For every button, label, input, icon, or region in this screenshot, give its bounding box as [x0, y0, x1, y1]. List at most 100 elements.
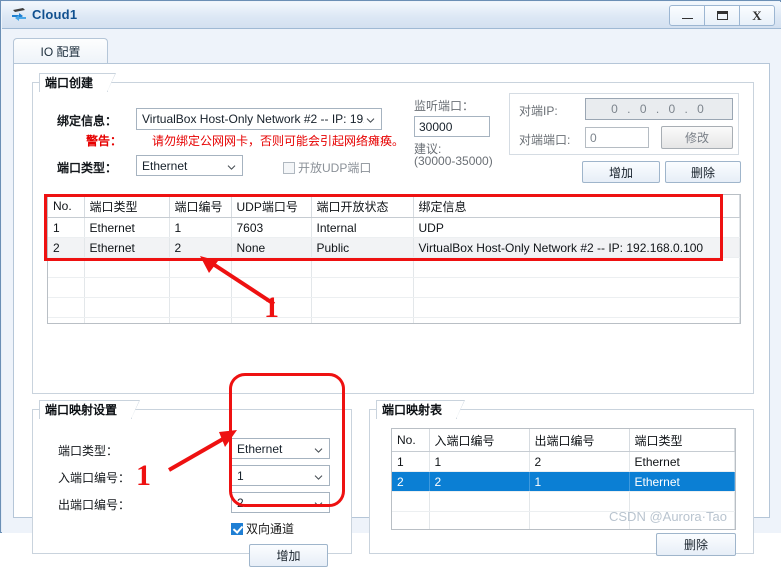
peer-port-input[interactable]: 0 [585, 127, 649, 148]
mapping-table-header-0: No. [392, 429, 430, 452]
table-cell-empty [84, 277, 170, 298]
port-table-header-1: 端口类型 [84, 195, 170, 218]
table-cell: 1 [429, 451, 530, 472]
peer-port-value: 0 [590, 130, 597, 145]
table-cell: 1 [529, 471, 630, 492]
table-cell-empty [429, 511, 530, 529]
maximize-button[interactable] [704, 5, 740, 26]
mapping-table-header-1: 入端口编号 [429, 429, 530, 452]
mapping-out-port-value: 2 [237, 495, 244, 510]
table-cell: UDP [413, 217, 740, 238]
minimize-icon [681, 18, 693, 19]
table-cell-empty [413, 297, 740, 318]
checkbox-box-icon [283, 161, 295, 174]
cloud-device-icon [10, 6, 28, 24]
mapping-add-button-label: 增加 [276, 549, 301, 563]
table-cell: Ethernet [629, 451, 735, 472]
minimize-button[interactable] [669, 5, 705, 26]
tab-io-config[interactable]: IO 配置 [13, 38, 108, 64]
table-row-empty[interactable] [48, 317, 740, 323]
annotation-arrow-2 [168, 430, 237, 472]
table-cell: Ethernet [629, 471, 735, 492]
mapping-add-button[interactable]: 增加 [249, 544, 328, 567]
table-cell-empty [311, 277, 414, 298]
table-cell: None [231, 237, 312, 258]
table-cell: Ethernet [84, 217, 170, 238]
table-cell: 1 [392, 451, 430, 472]
peer-ip-value: 0 . 0 . 0 . 0 [611, 102, 707, 116]
table-cell-empty [84, 297, 170, 318]
peer-port-label: 对端端口: [519, 133, 571, 147]
table-cell: Public [311, 237, 414, 258]
warning-text: 请勿绑定公网网卡，否则可能会引起网络瘫痪。 [152, 134, 405, 148]
modify-button[interactable]: 修改 [661, 126, 733, 149]
table-cell: Internal [311, 217, 414, 238]
port-table-grid: No. 端口类型 端口编号 UDP端口号 端口开放状态 绑定信息 1 Ethernet 1 76… [48, 195, 740, 323]
table-row[interactable]: 2 2 1 Ethernet [392, 471, 735, 492]
table-cell: 2 [392, 471, 430, 492]
port-table[interactable]: No. 端口类型 端口编号 UDP端口号 端口开放状态 绑定信息 1 Ethernet 1 76… [47, 194, 741, 324]
table-row-empty[interactable] [48, 277, 740, 298]
table-cell: Ethernet [84, 237, 170, 258]
port-table-header-5: 绑定信息 [413, 195, 740, 218]
table-row-empty[interactable] [48, 257, 740, 278]
window-controls: X [669, 5, 775, 26]
open-udp-port-checkbox[interactable]: 开放UDP端口 [283, 159, 371, 176]
annotation-number-2: 1 [136, 459, 151, 492]
port-type-combobox[interactable]: Ethernet [136, 155, 243, 176]
table-row[interactable]: 1 Ethernet 1 7603 Internal UDP [48, 217, 740, 238]
chevron-down-icon [227, 160, 236, 170]
port-table-header-2: 端口编号 [169, 195, 232, 218]
mapping-out-port-combobox[interactable]: 2 [231, 492, 330, 513]
mapping-table-header-2: 出端口编号 [529, 429, 630, 452]
group-mapping-settings-title: 端口映射设置 [39, 400, 141, 419]
table-cell-empty [48, 257, 85, 278]
table-cell-empty [311, 297, 414, 318]
mapping-port-type-combobox[interactable]: Ethernet [231, 438, 330, 459]
bind-info-label: 绑定信息： [57, 114, 118, 128]
table-cell-empty [84, 317, 170, 323]
mapping-port-type-label: 端口类型： [58, 444, 119, 458]
listen-port-input[interactable]: 30000 [414, 116, 490, 137]
bind-info-value: VirtualBox Host-Only Network #2 -- IP: 1… [142, 112, 364, 126]
port-type-label: 端口类型： [57, 161, 118, 175]
warning-label: 警告： [86, 134, 123, 148]
table-cell-empty [48, 277, 85, 298]
table-cell-empty [413, 317, 740, 323]
table-row[interactable]: 1 1 2 Ethernet [392, 451, 735, 472]
table-row[interactable]: 2 Ethernet 2 None Public VirtualBox Host-Only… [48, 237, 740, 258]
table-cell: VirtualBox Host-Only Network #2 -- IP: 1… [413, 237, 740, 258]
delete-port-button-label: 删除 [690, 165, 715, 180]
table-cell-empty [311, 317, 414, 323]
duplex-channel-checkbox[interactable]: 双向通道 [231, 520, 294, 537]
table-row-empty[interactable] [48, 297, 740, 318]
group-mapping-table-title: 端口映射表 [376, 400, 466, 419]
table-cell-empty [392, 491, 430, 512]
port-table-header-3: UDP端口号 [231, 195, 312, 218]
annotation-number-1: 1 [264, 291, 279, 324]
mapping-delete-button[interactable]: 删除 [656, 533, 736, 556]
peer-settings-panel: 对端IP: 0 . 0 . 0 . 0 对端端口: 0 修改 [509, 93, 739, 155]
delete-port-button[interactable]: 删除 [665, 161, 741, 183]
table-cell-empty [169, 317, 232, 323]
tab-strip: IO 配置 [13, 38, 770, 64]
table-cell-empty [48, 317, 85, 323]
bind-info-combobox[interactable]: VirtualBox Host-Only Network #2 -- IP: 1… [136, 108, 382, 130]
mapping-in-port-combobox[interactable]: 1 [231, 465, 330, 486]
chevron-down-icon [314, 470, 323, 480]
table-cell-empty [311, 257, 414, 278]
peer-ip-input[interactable]: 0 . 0 . 0 . 0 [585, 98, 733, 120]
listen-port-label: 监听端口： [414, 99, 475, 113]
open-udp-port-label: 开放UDP端口 [298, 161, 372, 175]
port-table-header-4: 端口开放状态 [311, 195, 414, 218]
duplex-channel-label: 双向通道 [246, 522, 295, 536]
table-cell-empty [429, 491, 530, 512]
close-button[interactable]: X [739, 5, 775, 26]
mapping-delete-button-label: 删除 [683, 538, 708, 552]
mapping-port-type-value: Ethernet [237, 441, 283, 456]
close-icon: X [752, 8, 762, 23]
mapping-in-port-label: 入端口编号： [58, 471, 131, 485]
port-table-body: 1 Ethernet 1 7603 Internal UDP 2 Ethernet 2 None P… [48, 217, 740, 323]
add-port-button[interactable]: 增加 [582, 161, 660, 183]
group-port-create: 端口创建 绑定信息： VirtualBox Host-Only Network … [32, 73, 754, 394]
